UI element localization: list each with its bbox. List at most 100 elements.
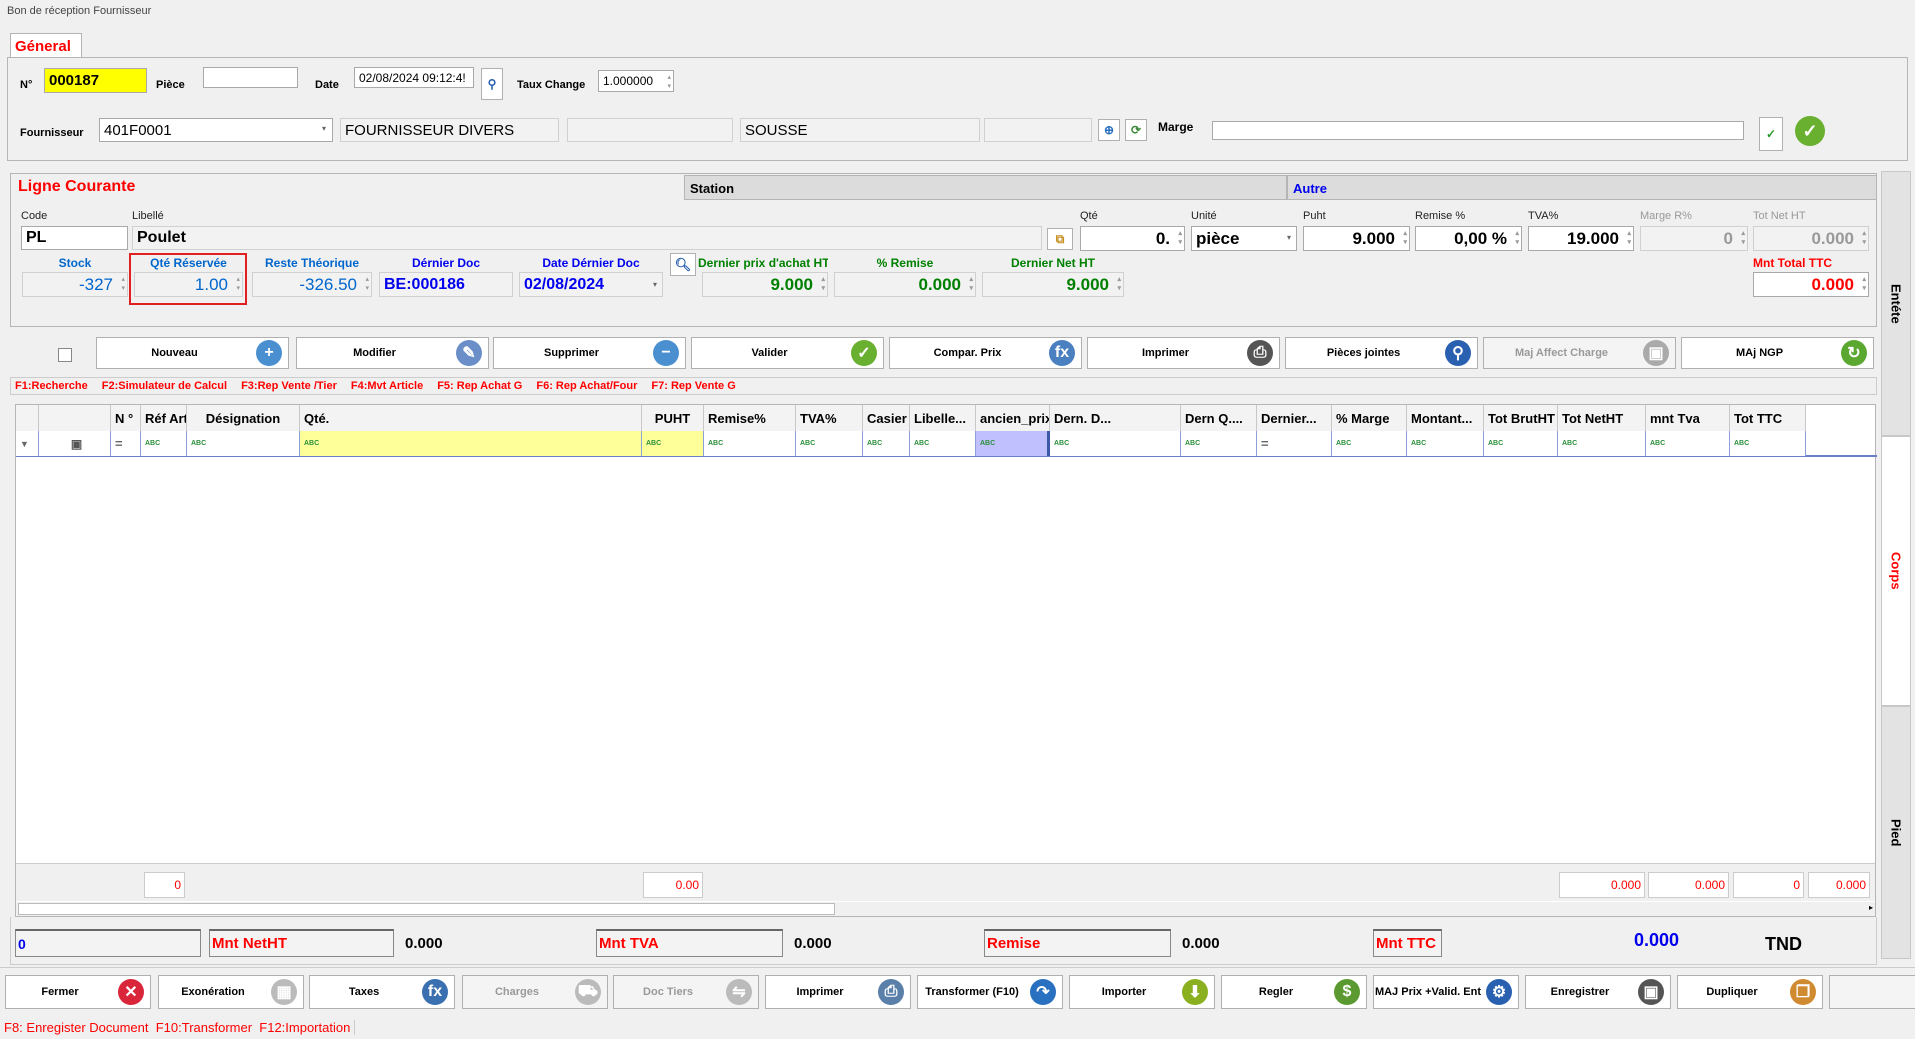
refresh-fournisseur-icon[interactable]: ⟳ (1125, 119, 1147, 141)
charges-button[interactable]: Charges ⛟ (462, 975, 608, 1009)
column-header-dern-d[interactable]: Dern. D... (1050, 405, 1181, 431)
column-header-tva[interactable]: TVA% (796, 405, 863, 431)
pieces-jointes-button[interactable]: Pièces jointes ⚲ (1285, 337, 1478, 369)
mnt-tva-value: 0.000 (794, 935, 832, 952)
filter-cell[interactable]: ABC (910, 431, 976, 456)
filter-cell[interactable]: ABC (1050, 431, 1181, 456)
tva-label: TVA% (1528, 210, 1559, 222)
tva-spinner[interactable]: 19.000 (1528, 226, 1634, 251)
filter-cell[interactable]: ABC (187, 431, 300, 456)
column-header-qte[interactable]: Qté. (300, 405, 642, 431)
filter-checkbox[interactable]: ▣ (39, 431, 111, 456)
remise-spinner[interactable]: 0,00 % (1415, 226, 1522, 251)
filter-cell[interactable]: ABC (863, 431, 910, 456)
maj-ngp-button[interactable]: MAj NGP ↻ (1681, 337, 1874, 369)
nouveau-button[interactable]: Nouveau + (96, 337, 289, 369)
filter-cell[interactable]: ABC (1730, 431, 1806, 456)
supprimer-button[interactable]: Supprimer − (493, 337, 686, 369)
chevron-down-icon[interactable]: ▾ (322, 124, 326, 133)
filter-cell[interactable]: ABC (300, 431, 642, 456)
column-header-puht[interactable]: PUHT (642, 405, 704, 431)
exoneration-button[interactable]: Exonération ▦ (158, 975, 304, 1009)
filter-cell[interactable]: ABC (1646, 431, 1730, 456)
fermer-button[interactable]: Fermer ✕ (5, 975, 151, 1009)
imprimer-button[interactable]: Imprimer ⎙ (1087, 337, 1280, 369)
chevron-down-icon[interactable]: ▾ (1287, 233, 1291, 242)
filter-cell[interactable]: ABC (1558, 431, 1646, 456)
column-header-libelle[interactable]: Libelle... (910, 405, 976, 431)
regler-button[interactable]: Regler $ (1221, 975, 1367, 1009)
column-header-montant[interactable]: Montant... (1407, 405, 1484, 431)
unite-combo[interactable]: pièce (1191, 226, 1297, 251)
column-header-col0[interactable] (16, 405, 39, 431)
open-button[interactable]: 📂 (1829, 975, 1915, 1009)
side-tab-corps[interactable]: Corps (1881, 436, 1911, 706)
tab-general[interactable]: Géneral (10, 33, 82, 58)
taxes-button[interactable]: Taxes fx (309, 975, 455, 1009)
select-checkbox[interactable] (58, 348, 72, 362)
add-fournisseur-icon[interactable]: ⊕ (1098, 119, 1120, 141)
column-header-ancien-prix-vente[interactable]: ancien_prix Vente (976, 405, 1050, 431)
taux-change-spinner[interactable]: 1.000000 (598, 70, 674, 92)
doc-tiers-button[interactable]: Doc Tiers ⇋ (613, 975, 759, 1009)
scroll-right-icon[interactable]: ▸ (1869, 903, 1873, 912)
document-number-field[interactable]: 000187 (44, 68, 147, 93)
column-header-tot-brutht[interactable]: Tot BrutHT (1484, 405, 1558, 431)
attach-paperclip-icon[interactable]: ⚲ (481, 68, 503, 100)
marge-r-label: Marge R% (1640, 210, 1692, 222)
column-header-remise[interactable]: Remise% (704, 405, 796, 431)
lines-grid[interactable]: ▼ ▣ N ° = Réf Art. ABC Désignation ABC Qté. ABC PU… (15, 404, 1877, 917)
date-field[interactable]: 02/08/2024 09:12:4! (354, 67, 474, 88)
enregistrer-button[interactable]: Enregistrer ▣ (1525, 975, 1671, 1009)
column-header-mnt-tva[interactable]: mnt Tva (1646, 405, 1730, 431)
chevron-down-icon[interactable]: ▾ (653, 280, 657, 289)
compar-prix-button[interactable]: Compar. Prix fx (889, 337, 1082, 369)
column-header-tot-netht[interactable]: Tot NetHT (1558, 405, 1646, 431)
check-small-icon[interactable]: ✓ (1759, 117, 1783, 151)
valider-button[interactable]: Valider ✓ (691, 337, 884, 369)
importer-button[interactable]: Importer ⬇ (1069, 975, 1215, 1009)
column-header-dernier[interactable]: Dernier... (1257, 405, 1332, 431)
filter-cell[interactable]: ABC (1181, 431, 1257, 456)
side-tab-pied[interactable]: Pied (1881, 706, 1911, 959)
filter-cell[interactable]: ABC (976, 431, 1050, 456)
filter-cell[interactable]: = (1257, 431, 1332, 456)
piece-field[interactable] (203, 67, 298, 88)
column-header-marge[interactable]: % Marge (1332, 405, 1407, 431)
column-header-dern-q[interactable]: Dern Q.... (1181, 405, 1257, 431)
filter-cell[interactable]: ABC (796, 431, 863, 456)
tab-autre[interactable]: Autre (1287, 175, 1877, 200)
transformer-f10-button[interactable]: Transformer (F10) ↷ (917, 975, 1063, 1009)
code-field[interactable]: PL (21, 226, 128, 250)
column-header-casier[interactable]: Casier (863, 405, 910, 431)
marge-field[interactable] (1212, 121, 1744, 140)
article-lookup-icon[interactable]: ⧉ (1047, 228, 1073, 250)
column-header-n[interactable]: N ° (111, 405, 141, 431)
filter-cell[interactable]: ABC (1484, 431, 1558, 456)
filter-cell[interactable]: ABC (1332, 431, 1407, 456)
side-tab-entete[interactable]: Entéte (1881, 171, 1911, 436)
puht-spinner[interactable]: 9.000 (1303, 226, 1410, 251)
qte-spinner[interactable]: 0. (1080, 226, 1185, 251)
scrollbar-thumb[interactable] (18, 903, 835, 915)
horizontal-scrollbar[interactable]: ▸ (16, 902, 1875, 916)
tab-station[interactable]: Station (684, 175, 1287, 200)
validate-check-icon[interactable]: ✓ (1793, 114, 1827, 148)
filter-cell[interactable]: ABC (642, 431, 704, 456)
search-icon[interactable]: 🔍︎ (670, 253, 696, 276)
column-header-tot-ttc[interactable]: Tot TTC (1730, 405, 1806, 431)
maj-prix-valid-ent-button[interactable]: MAJ Prix +Valid. Ent ⚙ (1373, 975, 1519, 1009)
maj-affect-charge-button[interactable]: Maj Affect Charge ▣ (1483, 337, 1676, 369)
filter-cell[interactable]: ABC (141, 431, 187, 456)
fournisseur-combo[interactable]: 401F0001 (99, 118, 333, 142)
imprimer-button[interactable]: Imprimer ⎙ (765, 975, 911, 1009)
filter-icon[interactable]: ▼ (16, 431, 39, 456)
column-header-designation[interactable]: Désignation (187, 405, 300, 431)
filter-cell[interactable]: = (111, 431, 141, 456)
filter-cell[interactable]: ABC (1407, 431, 1484, 456)
dupliquer-button[interactable]: Dupliquer ❐ (1677, 975, 1823, 1009)
column-header-ref-art[interactable]: Réf Art. (141, 405, 187, 431)
modifier-button[interactable]: Modifier ✎ (296, 337, 489, 369)
filter-cell[interactable]: ABC (704, 431, 796, 456)
column-header-col1[interactable] (39, 405, 111, 431)
